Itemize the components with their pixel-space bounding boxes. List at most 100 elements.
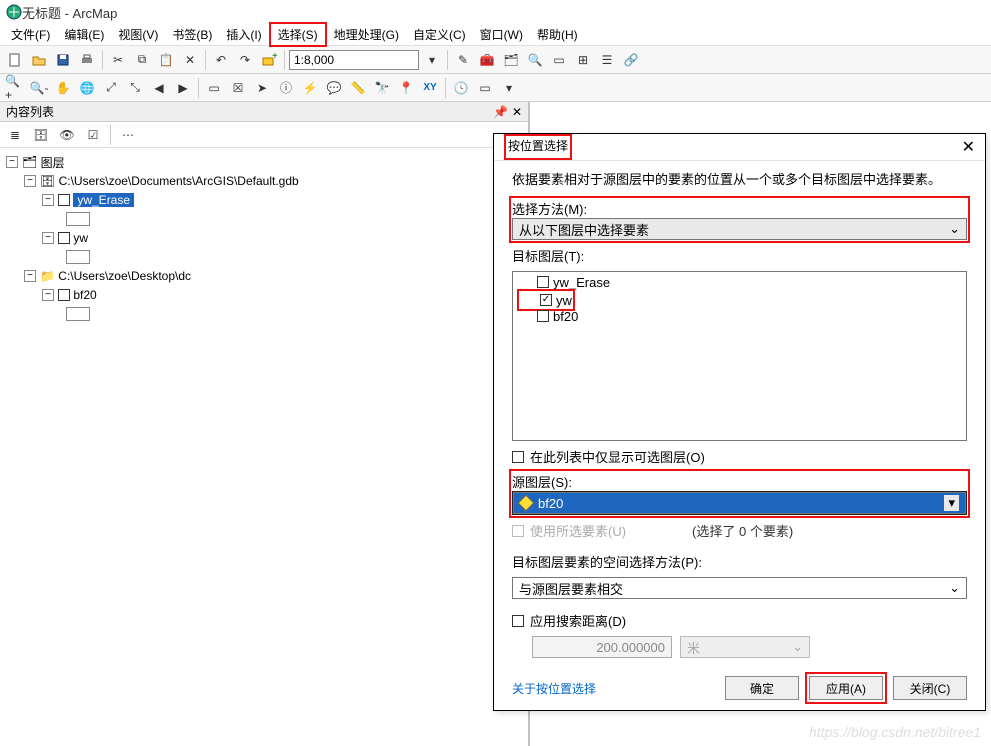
target-row-yw[interactable]: ✓yw (520, 292, 572, 308)
menu-select[interactable]: 选择(S) (269, 22, 327, 47)
html-popup-icon[interactable]: 💬 (323, 77, 345, 99)
fixed-zoom-in-icon[interactable]: ⤢ (100, 77, 122, 99)
menu-edit[interactable]: 编辑(E) (57, 24, 111, 45)
add-data-icon[interactable]: + (258, 49, 280, 71)
menu-window[interactable]: 窗口(W) (473, 24, 530, 45)
only-visible-checkbox[interactable] (512, 451, 524, 463)
target-layers-list[interactable]: yw_Erase ✓yw bf20 (512, 271, 967, 441)
symbol-swatch[interactable] (66, 307, 90, 321)
catalog-icon[interactable]: 🗂 (500, 49, 522, 71)
menu-file[interactable]: 文件(F) (4, 24, 57, 45)
apply-button[interactable]: 应用(A) (809, 676, 883, 700)
ok-button[interactable]: 确定 (725, 676, 799, 700)
tree-collapse-icon[interactable]: − (24, 175, 36, 187)
tree-collapse-icon[interactable]: − (42, 289, 54, 301)
python-window-icon[interactable]: ▭ (548, 49, 570, 71)
copy-icon[interactable]: ⧉ (131, 49, 153, 71)
use-selected-label: 使用所选要素(U) (530, 521, 626, 540)
print-icon[interactable] (76, 49, 98, 71)
list-by-drawing-order-icon[interactable]: ≣ (4, 124, 26, 146)
menu-help[interactable]: 帮助(H) (530, 24, 585, 45)
layers-root-label[interactable]: 图层 (41, 154, 65, 171)
target-layer-name: yw_Erase (553, 275, 610, 290)
pan-icon[interactable]: ✋ (52, 77, 74, 99)
model-builder-icon[interactable]: ⊞ (572, 49, 594, 71)
create-viewer-icon[interactable]: ▭ (474, 77, 496, 99)
target-checkbox[interactable] (537, 276, 549, 288)
folder-icon: 📁 (40, 269, 55, 283)
scale-input[interactable] (289, 50, 419, 70)
fixed-zoom-out-icon[interactable]: ⤡ (124, 77, 146, 99)
menu-insert[interactable]: 插入(I) (219, 24, 268, 45)
back-extent-icon[interactable]: ◀ (148, 77, 170, 99)
delete-icon[interactable]: ✕ (179, 49, 201, 71)
close-button[interactable]: 关闭(C) (893, 676, 967, 700)
menu-geoprocessing[interactable]: 地理处理(G) (327, 24, 406, 45)
spatial-method-combo[interactable]: 与源图层要素相交 ⌄ (512, 577, 967, 599)
unit-value: 米 (687, 638, 700, 657)
target-row-yw-erase[interactable]: yw_Erase (517, 274, 962, 290)
layer-visibility-checkbox[interactable] (58, 289, 70, 301)
viewer-dropdown-icon[interactable]: ▾ (498, 77, 520, 99)
new-doc-icon[interactable] (4, 49, 26, 71)
clear-selection-icon[interactable]: ☒ (227, 77, 249, 99)
source-layer-combo[interactable]: bf20 ▾ (513, 492, 966, 514)
list-by-selection-icon[interactable]: ☑ (82, 124, 104, 146)
dc-path-label[interactable]: C:\Users\zoe\Desktop\dc (58, 269, 191, 283)
symbol-swatch[interactable] (66, 250, 90, 264)
undo-icon[interactable]: ↶ (210, 49, 232, 71)
find-icon[interactable]: 🔭 (371, 77, 393, 99)
layer-bf20[interactable]: bf20 (73, 288, 96, 302)
menu-customize[interactable]: 自定义(C) (406, 24, 473, 45)
menu-view[interactable]: 视图(V) (111, 24, 165, 45)
cut-icon[interactable]: ✂ (107, 49, 129, 71)
selection-method-combo[interactable]: 从以下图层中选择要素 ⌄ (512, 218, 967, 240)
scale-dropdown-icon[interactable]: ▾ (421, 49, 443, 71)
full-extent-icon[interactable]: 🌐 (76, 77, 98, 99)
target-checkbox[interactable] (537, 310, 549, 322)
menu-bookmark[interactable]: 书签(B) (165, 24, 219, 45)
layer-visibility-checkbox[interactable] (58, 194, 70, 206)
tree-collapse-icon[interactable]: − (42, 232, 54, 244)
layer-yw-erase[interactable]: yw_Erase (73, 193, 134, 207)
select-features-icon[interactable]: ▭ (203, 77, 225, 99)
arccatalog-icon[interactable]: 🔗 (620, 49, 642, 71)
about-select-by-location-link[interactable]: 关于按位置选择 (512, 680, 596, 697)
toc-close-icon[interactable]: ✕ (512, 105, 522, 119)
tree-collapse-icon[interactable]: − (24, 270, 36, 282)
search-window-icon[interactable]: 🔍 (524, 49, 546, 71)
toolbox-icon[interactable]: 🧰 (476, 49, 498, 71)
list-by-visibility-icon[interactable]: 👁 (56, 124, 78, 146)
target-row-bf20[interactable]: bf20 (517, 308, 962, 324)
paste-icon[interactable]: 📋 (155, 49, 177, 71)
toc-pin-icon[interactable]: 📌 (493, 105, 508, 119)
toc-options-icon[interactable]: ⋯ (117, 124, 139, 146)
symbol-swatch[interactable] (66, 212, 90, 226)
dialog-titlebar: 按位置选择 ✕ (494, 134, 985, 161)
dialog-close-icon[interactable]: ✕ (962, 137, 975, 157)
layer-yw[interactable]: yw (73, 231, 88, 245)
list-by-source-icon[interactable]: 🗄 (30, 124, 52, 146)
table-of-contents-icon[interactable]: ☰ (596, 49, 618, 71)
apply-distance-checkbox[interactable] (512, 615, 524, 627)
save-icon[interactable] (52, 49, 74, 71)
redo-icon[interactable]: ↷ (234, 49, 256, 71)
open-icon[interactable] (28, 49, 50, 71)
pointer-icon[interactable]: ➤ (251, 77, 273, 99)
layer-visibility-checkbox[interactable] (58, 232, 70, 244)
hyperlink-icon[interactable]: ⚡ (299, 77, 321, 99)
editor-toolbar-icon[interactable]: ✎ (452, 49, 474, 71)
time-slider-icon[interactable]: 🕓 (450, 77, 472, 99)
goto-xy-icon[interactable]: XY (419, 77, 441, 99)
measure-icon[interactable]: 📏 (347, 77, 369, 99)
forward-extent-icon[interactable]: ▶ (172, 77, 194, 99)
tree-collapse-icon[interactable]: − (42, 194, 54, 206)
toc-tree: −🗂 图层 −🗄 C:\Users\zoe\Documents\ArcGIS\D… (0, 148, 528, 746)
zoom-out-icon[interactable]: 🔍- (28, 77, 50, 99)
identify-icon[interactable]: ⓘ (275, 77, 297, 99)
tree-collapse-icon[interactable]: − (6, 156, 18, 168)
target-checkbox[interactable]: ✓ (540, 294, 552, 306)
gdb-path-label[interactable]: C:\Users\zoe\Documents\ArcGIS\Default.gd… (59, 174, 299, 188)
zoom-in-icon[interactable]: 🔍+ (4, 77, 26, 99)
find-route-icon[interactable]: 📍 (395, 77, 417, 99)
